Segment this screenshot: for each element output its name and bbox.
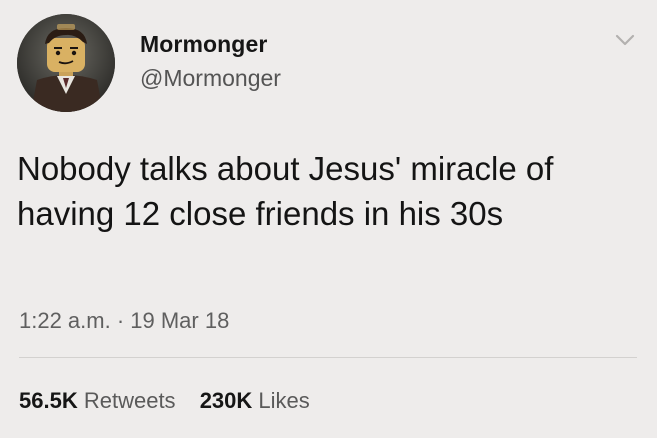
tweet-card: Mormonger @Mormonger Nobody talks about …	[0, 0, 657, 438]
likes-stat[interactable]: 230K Likes	[200, 388, 310, 413]
tweet-text: Nobody talks about Jesus' miracle of hav…	[17, 150, 554, 232]
retweets-stat[interactable]: 56.5K Retweets	[19, 388, 176, 413]
author-display-name[interactable]: Mormonger	[140, 31, 267, 58]
lego-minifigure-avatar-icon	[17, 14, 115, 112]
retweets-count: 56.5K	[19, 388, 78, 413]
chevron-down-icon[interactable]	[614, 32, 636, 48]
avatar[interactable]	[17, 14, 115, 112]
likes-label: Likes	[258, 388, 310, 413]
retweets-label: Retweets	[83, 388, 176, 413]
tweet-timestamp[interactable]: 1:22 a.m. · 19 Mar 18	[19, 308, 229, 334]
likes-count: 230K	[199, 388, 253, 413]
divider	[19, 357, 637, 358]
author-handle[interactable]: @Mormonger	[140, 65, 281, 92]
engagement-stats: 56.5K Retweets 230K Likes	[19, 388, 328, 414]
